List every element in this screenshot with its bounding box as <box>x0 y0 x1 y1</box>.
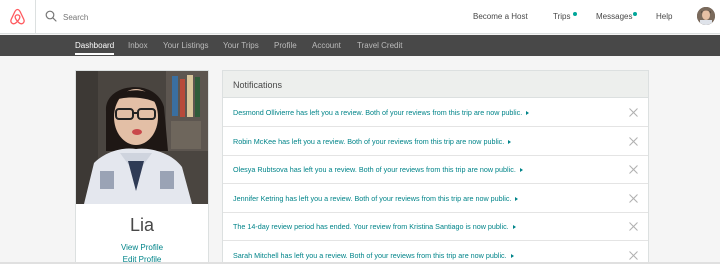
dashboard-subnav: Dashboard Inbox Your Listings Your Trips… <box>0 35 720 56</box>
notification-text[interactable]: Robin McKee has left you a review. Both … <box>233 136 512 146</box>
notification-text[interactable]: Desmond Ollivierre has left you a review… <box>233 108 530 117</box>
notification-text[interactable]: Sarah Mitchell has left you a review. Bo… <box>233 251 514 260</box>
notification-text[interactable]: The 14-day review period has ended. Your… <box>233 222 516 231</box>
notification-row[interactable]: Olesya Rubtsova has left you a review. B… <box>223 156 648 184</box>
notification-message: Robin McKee has left you a review. Both … <box>233 136 505 146</box>
profile-name: Lia <box>129 215 155 235</box>
close-icon[interactable] <box>629 250 638 260</box>
notification-text[interactable]: Olesya Rubtsova has left you a review. B… <box>233 165 523 174</box>
caret-right-icon <box>512 225 516 229</box>
notifications-panel: Notifications Desmond Ollivierre has lef… <box>222 70 649 264</box>
tab-dashboard[interactable]: Dashboard <box>75 41 114 50</box>
notification-row[interactable]: Sarah Mitchell has left you a review. Bo… <box>223 242 648 264</box>
help-link[interactable]: Help <box>656 12 672 21</box>
search-input[interactable] <box>63 9 363 25</box>
profile-photo[interactable] <box>76 71 208 204</box>
messages-link[interactable]: Messages <box>596 12 632 21</box>
notification-message: Sarah Mitchell has left you a review. Bo… <box>233 250 507 260</box>
notification-message: Jennifer Ketring has left you a review. … <box>233 193 512 203</box>
close-icon[interactable] <box>629 108 638 117</box>
user-avatar[interactable] <box>697 7 715 25</box>
view-profile-link[interactable]: View Profile <box>76 243 208 252</box>
notification-row[interactable]: Jennifer Ketring has left you a review. … <box>223 185 648 213</box>
tab-profile[interactable]: Profile <box>274 41 297 50</box>
caret-right-icon <box>510 253 514 258</box>
caret-right-icon <box>508 139 512 144</box>
tab-account[interactable]: Account <box>312 41 341 50</box>
notification-message: Desmond Ollivierre has left you a review… <box>233 108 523 117</box>
tab-inbox[interactable]: Inbox <box>128 41 148 50</box>
profile-photo-image <box>76 71 208 204</box>
caret-right-icon <box>515 196 519 201</box>
search-icon <box>45 10 57 22</box>
notification-text[interactable]: Jennifer Ketring has left you a review. … <box>233 193 519 203</box>
close-icon[interactable] <box>629 193 638 203</box>
tab-your-trips[interactable]: Your Trips <box>223 41 259 50</box>
notifications-title: Notifications <box>233 80 283 90</box>
close-icon[interactable] <box>629 165 638 174</box>
close-icon[interactable] <box>629 222 638 231</box>
messages-notification-dot <box>633 12 637 16</box>
trips-link[interactable]: Trips <box>553 12 570 21</box>
notifications-header: Notifications <box>223 71 648 98</box>
tab-your-listings[interactable]: Your Listings <box>163 41 209 50</box>
trips-notification-dot <box>573 12 577 16</box>
become-host-link[interactable]: Become a Host <box>473 12 528 21</box>
tab-travel-credit[interactable]: Travel Credit <box>357 41 403 50</box>
notification-message: The 14-day review period has ended. Your… <box>233 222 509 231</box>
caret-right-icon <box>526 111 530 115</box>
caret-right-icon <box>519 168 523 172</box>
profile-card: Lia View Profile Edit Profile <box>75 70 209 264</box>
user-avatar-image <box>697 7 715 25</box>
notification-message: Olesya Rubtsova has left you a review. B… <box>233 165 516 174</box>
airbnb-logo-icon[interactable] <box>9 8 26 26</box>
notification-row[interactable]: Robin McKee has left you a review. Both … <box>223 128 648 156</box>
top-navigation-bar: Become a Host Trips Messages Help <box>0 0 720 34</box>
close-icon[interactable] <box>629 136 638 146</box>
notification-row[interactable]: The 14-day review period has ended. Your… <box>223 213 648 241</box>
notification-row[interactable]: Desmond Ollivierre has left you a review… <box>223 99 648 127</box>
topbar-divider <box>35 0 36 34</box>
active-tab-indicator <box>75 53 114 55</box>
